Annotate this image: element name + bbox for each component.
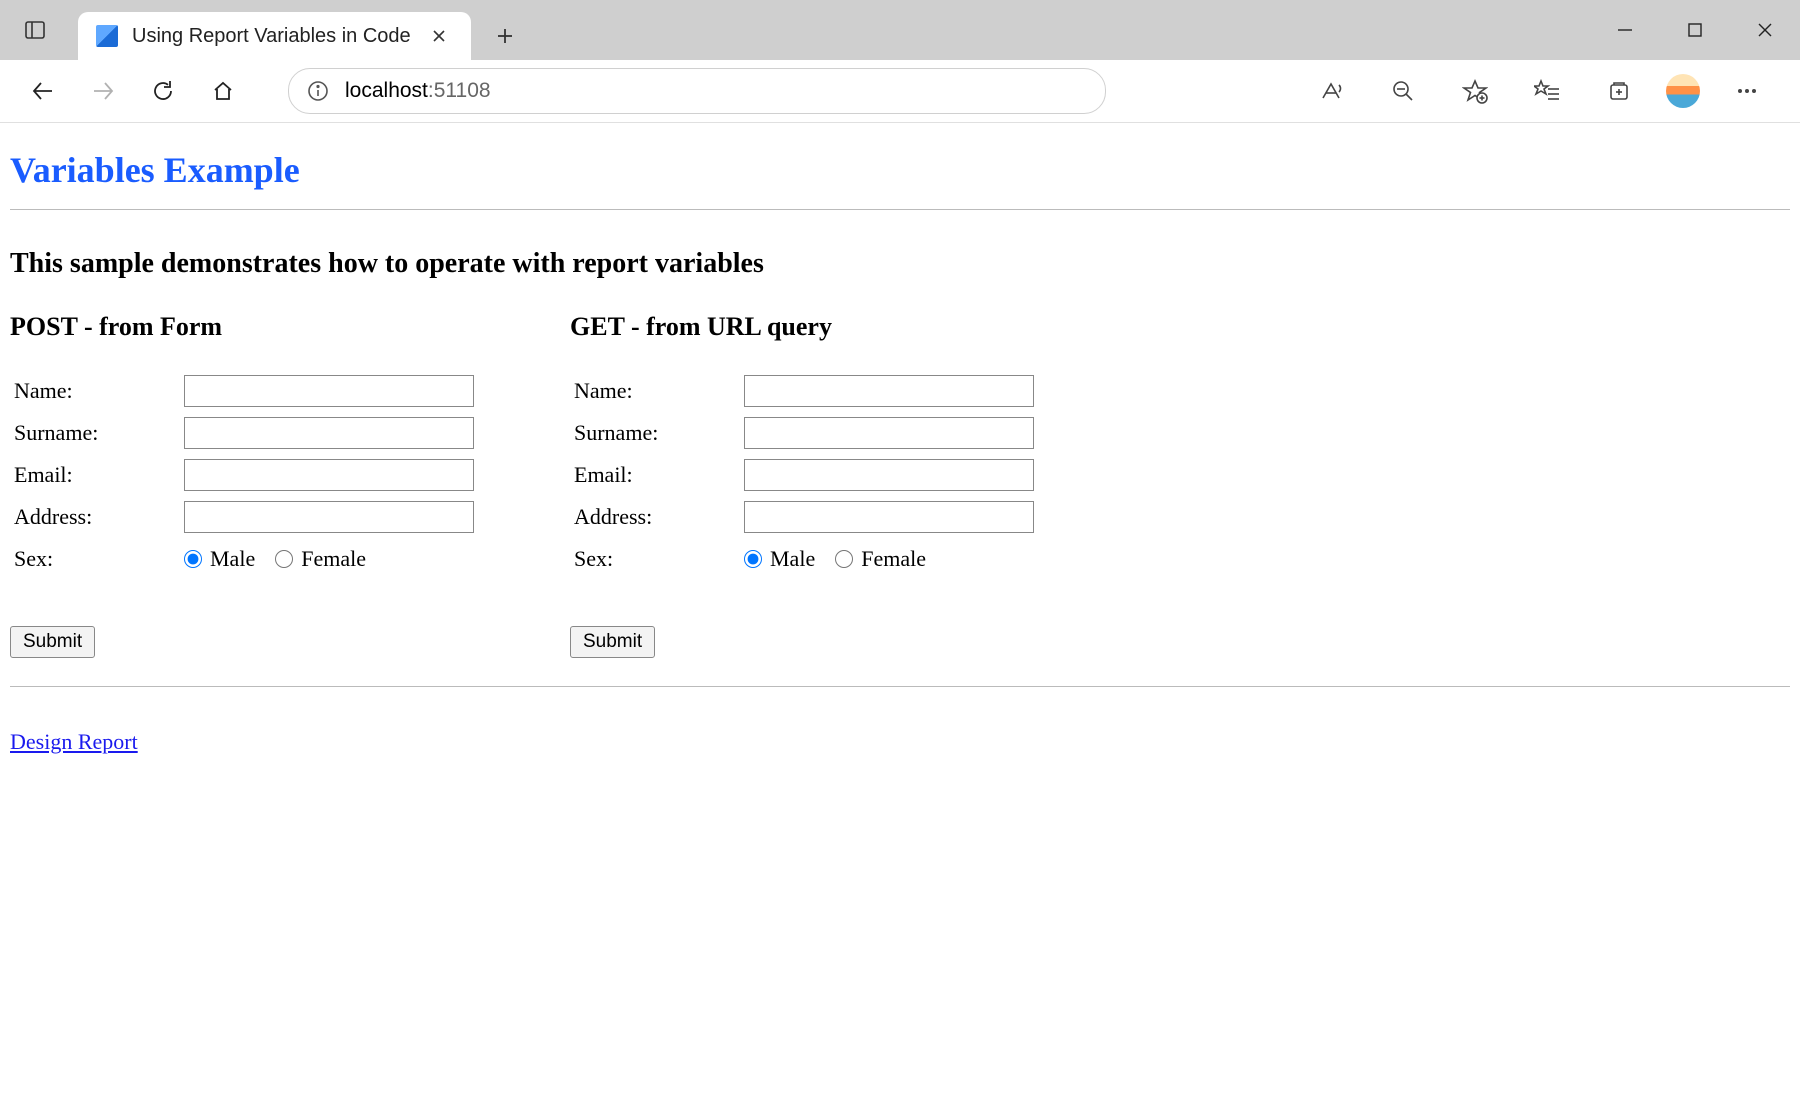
divider — [10, 209, 1790, 210]
tab-close-button[interactable] — [425, 22, 453, 50]
get-name-input[interactable] — [744, 375, 1034, 407]
back-button[interactable] — [18, 71, 68, 111]
refresh-button[interactable] — [138, 71, 188, 111]
tab-actions-button[interactable] — [0, 0, 70, 60]
forward-button[interactable] — [78, 71, 128, 111]
get-sex-male-option[interactable]: Male — [744, 546, 815, 572]
post-submit-button[interactable]: Submit — [10, 626, 95, 658]
design-report-link[interactable]: Design Report — [10, 729, 138, 755]
new-tab-button[interactable] — [485, 16, 525, 56]
read-aloud-button[interactable] — [1306, 71, 1356, 111]
page-subheading: This sample demonstrates how to operate … — [10, 248, 1790, 280]
post-email-label: Email: — [10, 462, 184, 488]
collections-button[interactable] — [1594, 71, 1644, 111]
home-button[interactable] — [198, 71, 248, 111]
favorite-button[interactable] — [1450, 71, 1500, 111]
page-content: Variables Example This sample demonstrat… — [0, 123, 1800, 773]
more-button[interactable] — [1722, 71, 1772, 111]
page-title: Variables Example — [10, 149, 1790, 191]
post-email-input[interactable] — [184, 459, 474, 491]
toolbar-right-icons — [1306, 71, 1772, 111]
get-surname-input[interactable] — [744, 417, 1034, 449]
get-sex-female-option[interactable]: Female — [835, 546, 926, 572]
address-bar[interactable]: localhost:51108 — [288, 68, 1106, 114]
get-name-label: Name: — [570, 378, 744, 404]
post-name-label: Name: — [10, 378, 184, 404]
divider — [10, 686, 1790, 687]
tab-title: Using Report Variables in Code — [132, 25, 411, 48]
get-surname-label: Surname: — [570, 420, 744, 446]
post-surname-input[interactable] — [184, 417, 474, 449]
post-address-label: Address: — [10, 504, 184, 530]
browser-tab[interactable]: Using Report Variables in Code — [78, 12, 471, 60]
post-form-title: POST - from Form — [10, 312, 570, 342]
get-form: GET - from URL query Name: Surname: Emai… — [570, 312, 1130, 658]
favorites-list-button[interactable] — [1522, 71, 1572, 111]
tab-favicon-icon — [96, 25, 118, 47]
site-info-icon[interactable] — [307, 80, 329, 102]
post-sex-label: Sex: — [10, 546, 184, 572]
post-surname-label: Surname: — [10, 420, 184, 446]
zoom-out-button[interactable] — [1378, 71, 1428, 111]
url-text: localhost:51108 — [345, 79, 491, 103]
close-window-button[interactable] — [1730, 0, 1800, 60]
post-sex-female-radio[interactable] — [275, 550, 293, 568]
get-address-label: Address: — [570, 504, 744, 530]
post-sex-male-option[interactable]: Male — [184, 546, 255, 572]
get-form-title: GET - from URL query — [570, 312, 1130, 342]
browser-toolbar: localhost:51108 — [0, 60, 1800, 123]
window-controls — [1590, 0, 1800, 60]
profile-avatar[interactable] — [1666, 74, 1700, 108]
post-name-input[interactable] — [184, 375, 474, 407]
post-form: POST - from Form Name: Surname: Email: A… — [10, 312, 570, 658]
get-sex-female-radio[interactable] — [835, 550, 853, 568]
get-sex-label: Sex: — [570, 546, 744, 572]
titlebar: Using Report Variables in Code — [0, 0, 1800, 60]
maximize-button[interactable] — [1660, 0, 1730, 60]
get-submit-button[interactable]: Submit — [570, 626, 655, 658]
minimize-button[interactable] — [1590, 0, 1660, 60]
post-sex-female-option[interactable]: Female — [275, 546, 366, 572]
get-address-input[interactable] — [744, 501, 1034, 533]
get-email-input[interactable] — [744, 459, 1034, 491]
get-email-label: Email: — [570, 462, 744, 488]
post-sex-male-radio[interactable] — [184, 550, 202, 568]
post-address-input[interactable] — [184, 501, 474, 533]
get-sex-male-radio[interactable] — [744, 550, 762, 568]
